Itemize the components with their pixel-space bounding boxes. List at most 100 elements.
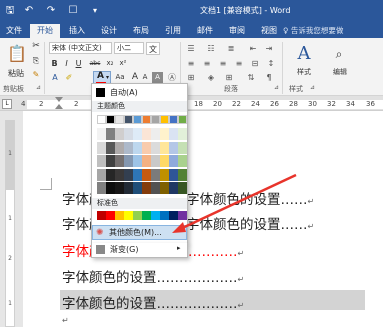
- tab-review[interactable]: 审阅: [222, 24, 252, 38]
- theme-color-swatch[interactable]: [124, 155, 133, 167]
- hanging-indent-marker[interactable]: [55, 104, 63, 109]
- font-name-combo[interactable]: 宋体 (中文正文): [49, 42, 112, 54]
- theme-color-swatch[interactable]: [178, 115, 187, 124]
- tell-me-search[interactable]: ♀ 告诉我您想要做: [283, 25, 343, 36]
- tab-design[interactable]: 设计: [94, 24, 124, 38]
- document-line-2-visible[interactable]: 字体颜色的设置……↵: [186, 213, 314, 233]
- theme-color-swatch[interactable]: [124, 115, 133, 124]
- undo-icon[interactable]: ↶: [22, 4, 36, 18]
- redo-icon[interactable]: ↷: [44, 4, 58, 18]
- phonetic-guide-button[interactable]: 文: [146, 42, 160, 55]
- distributed-icon[interactable]: ⊟: [248, 57, 262, 70]
- tab-insert[interactable]: 插入: [62, 24, 92, 38]
- theme-color-swatch[interactable]: [169, 141, 178, 154]
- theme-color-swatch[interactable]: [178, 182, 187, 194]
- styles-launcher-icon[interactable]: ⊿: [310, 84, 315, 91]
- theme-color-swatch[interactable]: [97, 168, 106, 181]
- tab-view[interactable]: 视图: [254, 24, 284, 38]
- styles-button-label[interactable]: 样式: [288, 66, 320, 79]
- clipboard-launcher-icon[interactable]: ⊿: [36, 84, 41, 91]
- italic-button[interactable]: I: [61, 57, 72, 70]
- tab-layout[interactable]: 布局: [126, 24, 156, 38]
- document-line-5[interactable]: 字体颜色的设置………………↵: [62, 292, 244, 312]
- theme-color-swatch[interactable]: [151, 155, 160, 167]
- align-center-icon[interactable]: ≡: [200, 57, 214, 70]
- theme-color-swatch[interactable]: [151, 115, 160, 124]
- theme-color-swatch[interactable]: [142, 182, 151, 194]
- theme-color-swatch[interactable]: [106, 168, 115, 181]
- theme-color-swatch[interactable]: [151, 141, 160, 154]
- decrease-indent-icon[interactable]: ⇤: [246, 42, 260, 55]
- paste-icon[interactable]: 📋: [6, 42, 28, 66]
- theme-color-swatch[interactable]: [178, 155, 187, 167]
- more-colors-item[interactable]: ✺ 其他颜色(M)...: [93, 226, 186, 240]
- strikethrough-button[interactable]: abc: [87, 57, 103, 70]
- document-line-4[interactable]: 字体颜色的设置………………↵: [62, 266, 244, 286]
- align-left-icon[interactable]: ≡: [184, 57, 198, 70]
- standard-color-swatch[interactable]: [178, 211, 187, 220]
- theme-color-swatch[interactable]: [169, 115, 178, 124]
- tab-references[interactable]: 引用: [158, 24, 188, 38]
- tab-home[interactable]: 开始: [30, 24, 60, 38]
- theme-color-swatch[interactable]: [106, 115, 115, 124]
- theme-color-swatch[interactable]: [97, 115, 106, 124]
- theme-color-swatch[interactable]: [115, 115, 124, 124]
- standard-color-swatch[interactable]: [151, 211, 160, 220]
- theme-color-swatch[interactable]: [151, 182, 160, 194]
- align-right-icon[interactable]: ≡: [216, 57, 230, 70]
- standard-color-swatch[interactable]: [160, 211, 169, 220]
- customize-toolbar-icon[interactable]: ▾: [88, 4, 102, 18]
- standard-color-swatch[interactable]: [133, 211, 142, 220]
- cut-icon[interactable]: ✂: [31, 40, 41, 53]
- theme-color-swatch[interactable]: [133, 155, 142, 167]
- tab-mailings[interactable]: 邮件: [190, 24, 220, 38]
- theme-color-swatch[interactable]: [124, 141, 133, 154]
- theme-color-swatch[interactable]: [142, 128, 151, 140]
- editing-button-label[interactable]: 编辑: [326, 66, 354, 79]
- theme-color-swatch[interactable]: [142, 141, 151, 154]
- standard-color-swatch[interactable]: [115, 211, 124, 220]
- theme-color-swatch[interactable]: [106, 128, 115, 140]
- subscript-button[interactable]: x₂: [104, 57, 116, 70]
- numbering-icon[interactable]: ☷: [204, 42, 218, 55]
- format-painter-icon[interactable]: ✎: [31, 68, 41, 81]
- theme-color-swatch[interactable]: [106, 182, 115, 194]
- standard-color-swatch[interactable]: [106, 211, 115, 220]
- theme-color-swatch[interactable]: [133, 141, 142, 154]
- theme-color-swatch[interactable]: [124, 182, 133, 194]
- theme-color-swatch[interactable]: [160, 155, 169, 167]
- theme-color-swatch[interactable]: [142, 115, 151, 124]
- theme-color-swatch[interactable]: [160, 168, 169, 181]
- increase-indent-icon[interactable]: ⇥: [262, 42, 276, 55]
- line-spacing-icon[interactable]: ↕: [264, 57, 278, 70]
- paragraph-launcher-icon[interactable]: ⊿: [274, 84, 279, 91]
- theme-color-swatch[interactable]: [142, 155, 151, 167]
- theme-color-swatch[interactable]: [133, 115, 142, 124]
- tab-selector[interactable]: L: [2, 99, 12, 109]
- underline-button[interactable]: U: [73, 57, 84, 70]
- multilevel-list-icon[interactable]: ≣: [224, 42, 238, 55]
- theme-color-swatch[interactable]: [115, 168, 124, 181]
- theme-color-swatch[interactable]: [115, 128, 124, 140]
- search-icon[interactable]: ⌕: [328, 44, 350, 64]
- theme-color-swatch[interactable]: [124, 128, 133, 140]
- theme-color-swatch[interactable]: [169, 182, 178, 194]
- theme-color-swatch[interactable]: [160, 128, 169, 140]
- theme-color-swatch[interactable]: [115, 182, 124, 194]
- theme-color-swatch[interactable]: [160, 182, 169, 194]
- gradient-item[interactable]: 渐变(G) ▸: [91, 243, 188, 258]
- theme-color-swatch[interactable]: [151, 168, 160, 181]
- superscript-button[interactable]: x²: [117, 57, 129, 70]
- bullets-icon[interactable]: ☰: [184, 42, 198, 55]
- theme-color-swatch[interactable]: [97, 182, 106, 194]
- text-effects-button[interactable]: A: [49, 71, 61, 84]
- styles-gallery-icon[interactable]: A: [290, 42, 318, 66]
- standard-color-swatch[interactable]: [142, 211, 151, 220]
- justify-icon[interactable]: ≡: [232, 57, 246, 70]
- theme-color-swatch[interactable]: [115, 155, 124, 167]
- first-line-indent-marker[interactable]: [55, 97, 63, 102]
- theme-color-swatch[interactable]: [169, 168, 178, 181]
- font-size-combo[interactable]: 小二: [114, 42, 144, 54]
- theme-color-swatch[interactable]: [133, 128, 142, 140]
- sort-icon[interactable]: ⇅: [244, 71, 258, 84]
